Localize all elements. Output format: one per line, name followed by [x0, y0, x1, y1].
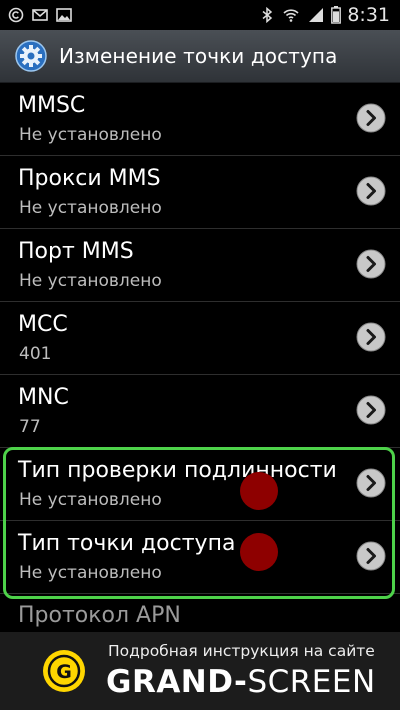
grand-screen-logo: G	[43, 650, 85, 692]
item-label: Прокси MMS	[18, 166, 161, 191]
battery-icon	[331, 6, 342, 24]
bluetooth-icon	[262, 7, 273, 23]
list-item-mms-port[interactable]: Порт MMS Не установлено	[0, 229, 400, 302]
list-item-mmsc[interactable]: MMSC Не установлено	[0, 83, 400, 156]
chevron-right-icon	[356, 468, 386, 498]
list-item-mnc[interactable]: MNC 77	[0, 375, 400, 448]
item-label: MMSC	[18, 93, 86, 118]
action-bar: Изменение точки доступа	[0, 30, 400, 83]
chevron-right-icon	[356, 541, 386, 571]
list-item-mms-proxy[interactable]: Прокси MMS Не установлено	[0, 156, 400, 229]
status-bar: 8:31	[0, 0, 400, 30]
mail-icon	[32, 9, 48, 21]
item-label: MNC	[18, 385, 69, 410]
tap-marker	[240, 472, 278, 510]
item-label: Протокол APN	[18, 603, 181, 628]
clock: 8:31	[347, 4, 390, 26]
item-label: Тип проверки подлинности	[18, 458, 337, 483]
item-label: Тип точки доступа	[18, 531, 236, 556]
chevron-right-icon	[356, 249, 386, 279]
copyright-icon	[8, 7, 24, 23]
banner-brand: GRAND-SCREEN	[106, 664, 376, 700]
page-title: Изменение точки доступа	[59, 44, 338, 68]
list-item-mcc[interactable]: MCC 401	[0, 302, 400, 375]
wifi-icon	[283, 9, 299, 22]
chevron-right-icon	[356, 395, 386, 425]
item-value: Не установлено	[19, 125, 162, 145]
banner-subtitle: Подробная инструкция на сайте	[108, 642, 375, 660]
item-value: 401	[19, 344, 52, 364]
list-item-apn-type[interactable]: Тип точки доступа Не установлено	[0, 521, 400, 594]
brand-regular: SCREEN	[247, 664, 376, 700]
image-icon	[56, 8, 72, 22]
svg-text:G: G	[56, 661, 72, 683]
chevron-right-icon	[356, 103, 386, 133]
gear-icon[interactable]	[15, 40, 47, 72]
item-label: Порт MMS	[18, 239, 134, 264]
signal-icon	[309, 8, 324, 22]
tap-marker	[240, 533, 278, 571]
chevron-right-icon	[356, 176, 386, 206]
item-value: Не установлено	[19, 490, 162, 510]
brand-bold: GRAND-	[106, 664, 248, 700]
watermark-banner: G Подробная инструкция на сайте GRAND-SC…	[0, 632, 400, 710]
chevron-right-icon	[356, 322, 386, 352]
item-label: MCC	[18, 312, 68, 337]
item-value: Не установлено	[19, 563, 162, 583]
item-value: 77	[19, 417, 41, 437]
item-value: Не установлено	[19, 198, 162, 218]
item-value: Не установлено	[19, 271, 162, 291]
list-item-auth-type[interactable]: Тип проверки подлинности Не установлено	[0, 448, 400, 521]
